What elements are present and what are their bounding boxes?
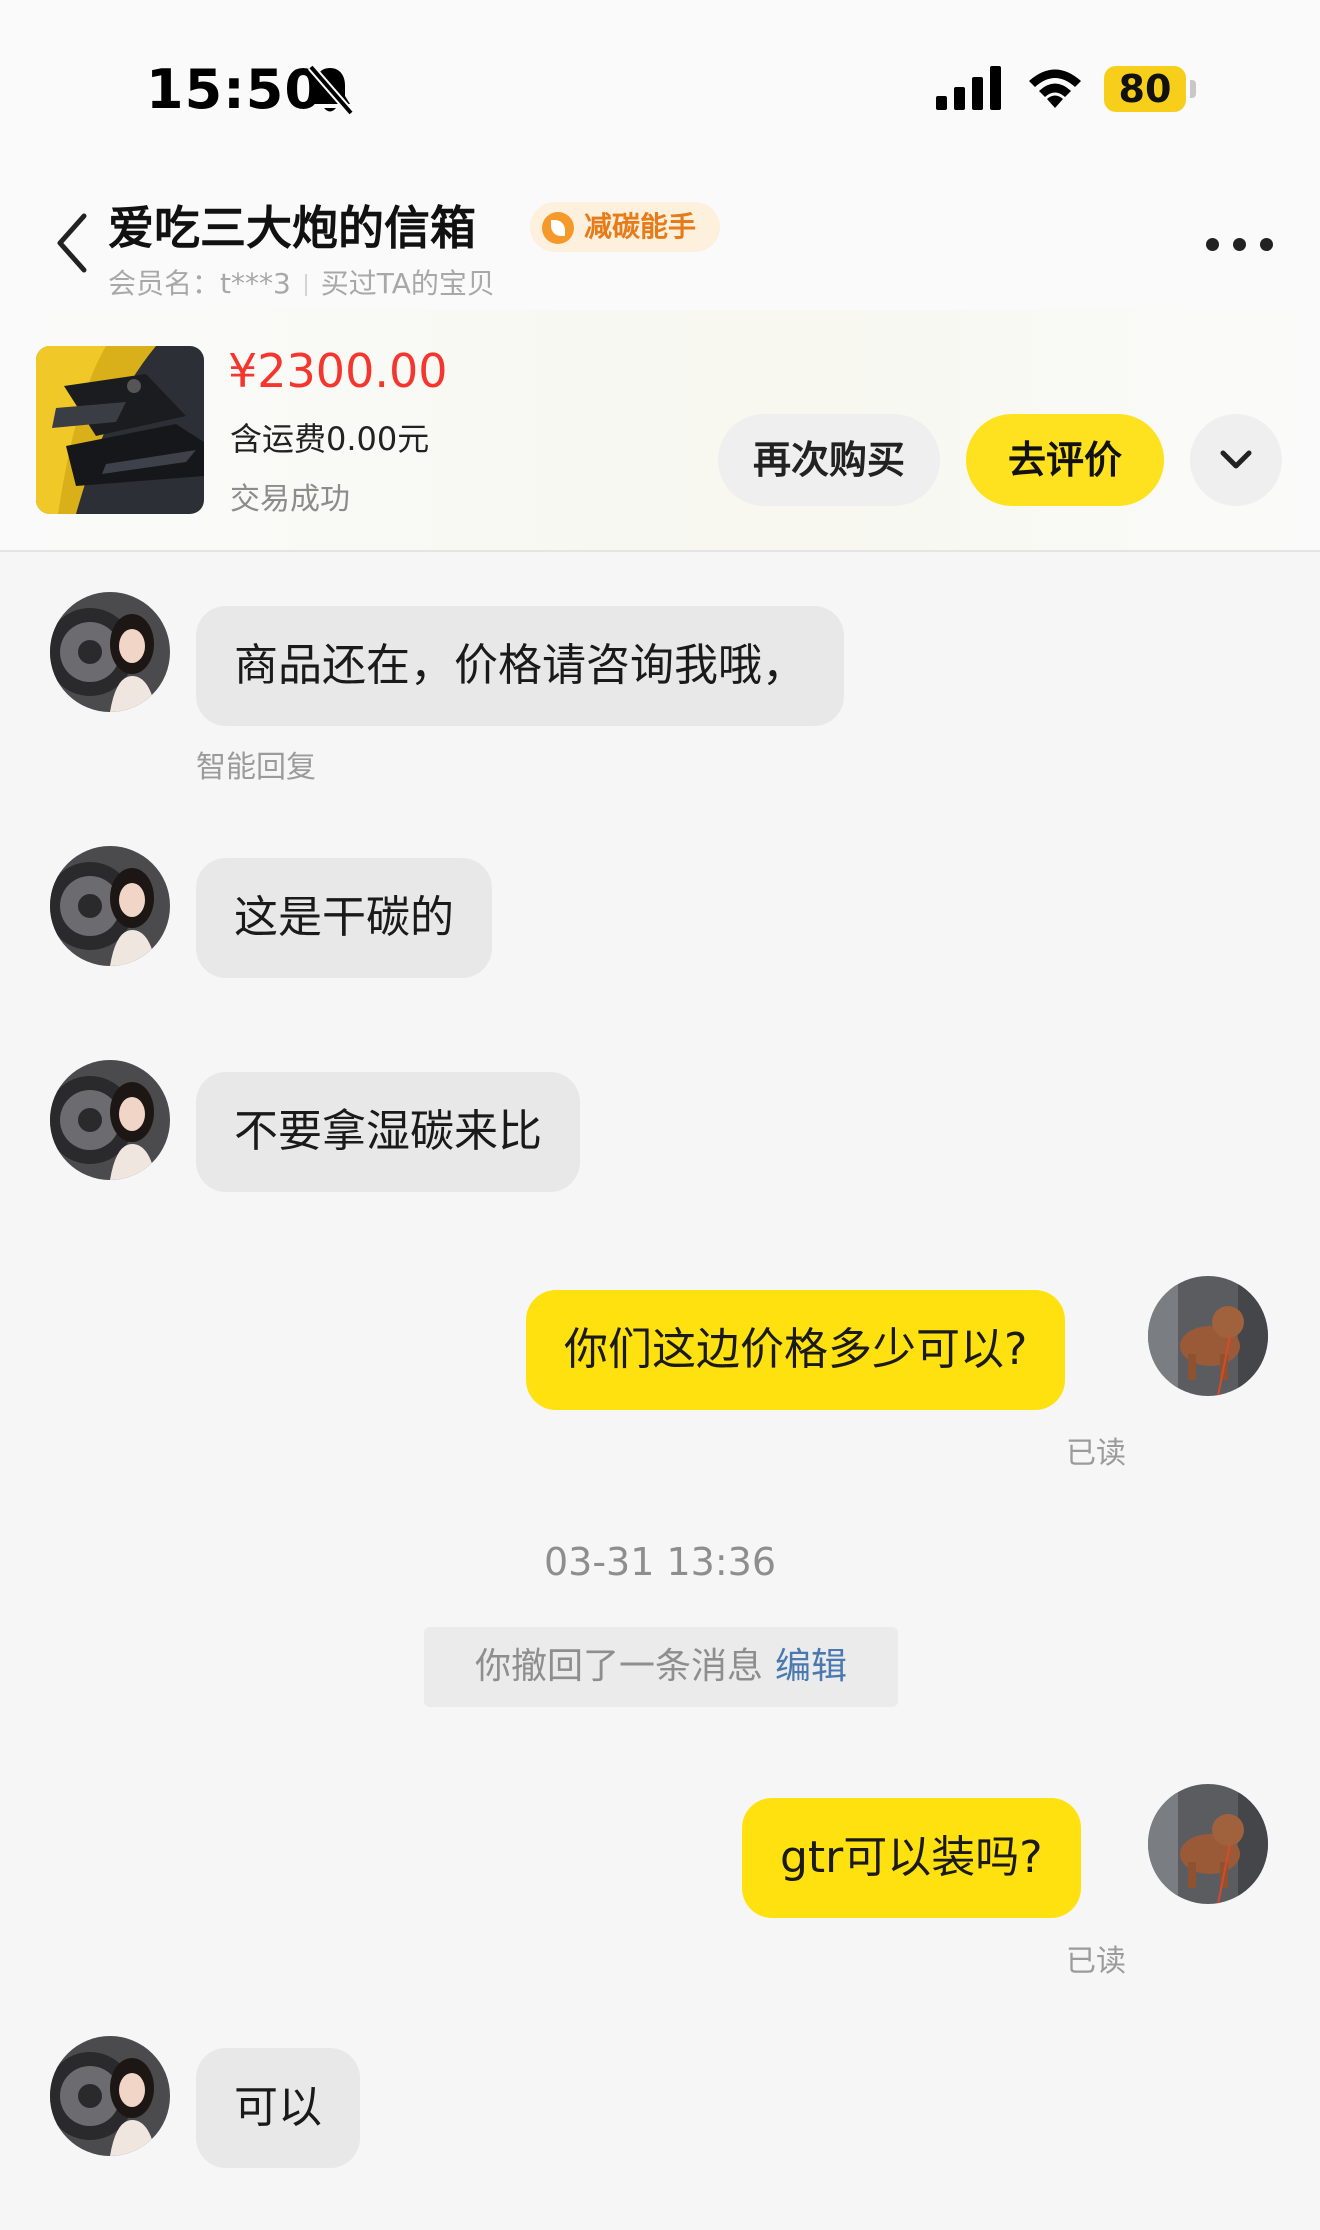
seller-avatar[interactable] <box>50 592 170 712</box>
leaf-icon <box>542 212 574 244</box>
review-button[interactable]: 去评价 <box>966 414 1164 506</box>
product-price: ¥2300.00 <box>228 344 448 398</box>
message-bubble[interactable]: 这是干碳的 <box>196 858 492 978</box>
my-message-bubble[interactable]: gtr可以装吗? <box>742 1798 1081 1918</box>
carbon-badge[interactable]: 减碳能手 <box>530 202 720 252</box>
read-receipt: 已读 <box>1066 1944 1126 1979</box>
my-avatar[interactable] <box>1148 1276 1268 1396</box>
seller-avatar[interactable] <box>50 1060 170 1180</box>
recall-edit-link[interactable]: 编辑 <box>775 1646 847 1687</box>
recall-notice: 你撤回了一条消息 编辑 <box>424 1627 898 1707</box>
chat-header: 爱吃三大炮的信箱 减碳能手 会员名：t***3 买过TA的宝贝 <box>0 170 1320 310</box>
product-card[interactable]: ¥2300.00 含运费0.00元 交易成功 再次购买 去评价 <box>0 310 1320 552</box>
auto-reply-label: 智能回复 <box>196 750 316 785</box>
battery-icon: 80 <box>1104 66 1186 112</box>
expand-button[interactable] <box>1190 414 1282 506</box>
recall-text: 你撤回了一条消息 <box>474 1646 763 1687</box>
product-thumbnail[interactable] <box>36 346 204 514</box>
bought-from-seller: 买过TA的宝贝 <box>320 267 495 300</box>
shipping-fee: 含运费0.00元 <box>230 420 430 458</box>
chat-title: 爱吃三大炮的信箱 <box>108 201 476 255</box>
wifi-icon <box>1029 69 1081 108</box>
read-receipt: 已读 <box>1066 1436 1126 1471</box>
carbon-badge-label: 减碳能手 <box>584 210 697 243</box>
more-icon[interactable] <box>1206 234 1274 256</box>
signal-icon <box>936 66 1001 110</box>
my-message-bubble[interactable]: 你们这边价格多少可以? <box>526 1290 1066 1410</box>
back-icon[interactable] <box>52 210 92 276</box>
seller-avatar[interactable] <box>50 2036 170 2156</box>
status-bar: 15:50 80 <box>0 0 1320 170</box>
message-bubble[interactable]: 不要拿湿碳来比 <box>196 1072 580 1192</box>
status-time: 15:50 <box>146 58 323 121</box>
order-status: 交易成功 <box>230 482 350 517</box>
bell-slash-icon <box>307 64 354 116</box>
member-name: 会员名：t***3 <box>108 267 291 300</box>
seller-avatar[interactable] <box>50 846 170 966</box>
message-bubble[interactable]: 商品还在，价格请咨询我哦， <box>196 606 844 726</box>
seller-sub-info: 会员名：t***3 买过TA的宝贝 <box>108 262 495 302</box>
message-bubble[interactable]: 可以 <box>196 2048 360 2168</box>
divider <box>304 274 307 296</box>
message-timestamp: 03-31 13:36 <box>543 1540 776 1584</box>
battery-cap <box>1190 80 1196 98</box>
buy-again-button[interactable]: 再次购买 <box>718 414 940 506</box>
chevron-down-icon <box>1220 450 1252 469</box>
my-avatar[interactable] <box>1148 1784 1268 1904</box>
